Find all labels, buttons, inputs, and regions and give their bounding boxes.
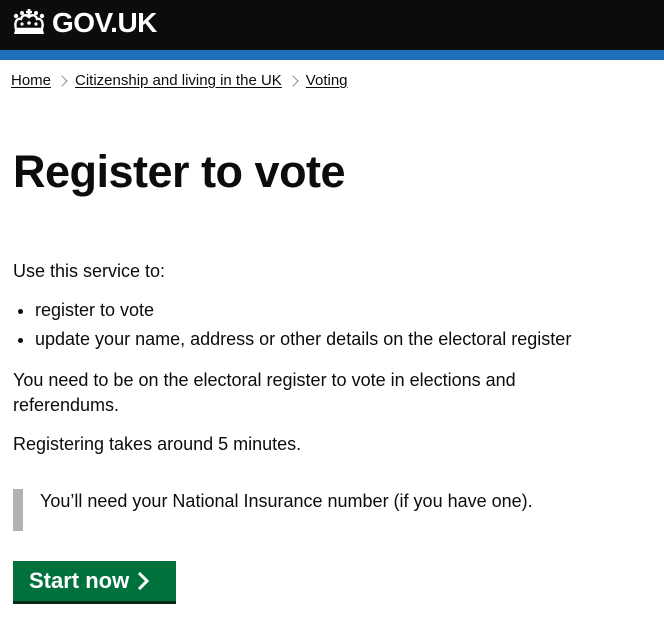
inset-notice: You’ll need your National Insurance numb… [13,489,643,531]
inset-text: You’ll need your National Insurance numb… [40,491,533,511]
logo-text: GOV.UK [52,7,157,38]
breadcrumb-home[interactable]: Home [11,71,51,91]
breadcrumb-chevron-icon [56,75,68,87]
list-item: update your name, address or other detai… [13,327,571,352]
breadcrumb-voting[interactable]: Voting [306,71,348,91]
list-item: register to vote [13,298,571,323]
electoral-register-text: You need to be on the electoral register… [13,370,516,415]
service-list: register to vote update your name, addre… [13,298,571,356]
breadcrumb-chevron-icon [287,75,299,87]
site-header: GOV.UK [0,0,664,50]
intro-text: Use this service to: [13,261,166,281]
header-blue-bar [0,50,664,60]
page-title: Register to vote [13,146,346,197]
govuk-logo-link[interactable]: GOV.UK [11,8,157,38]
crown-icon [13,9,45,34]
start-now-button[interactable]: Start now [13,561,176,601]
start-button-label: Start now [29,568,130,593]
duration-text: Registering takes around 5 minutes. [13,434,302,454]
breadcrumb-citizenship[interactable]: Citizenship and living in the UK [75,71,282,91]
breadcrumb: Home Citizenship and living in the UK Vo… [11,71,348,91]
chevron-right-icon [138,572,150,590]
